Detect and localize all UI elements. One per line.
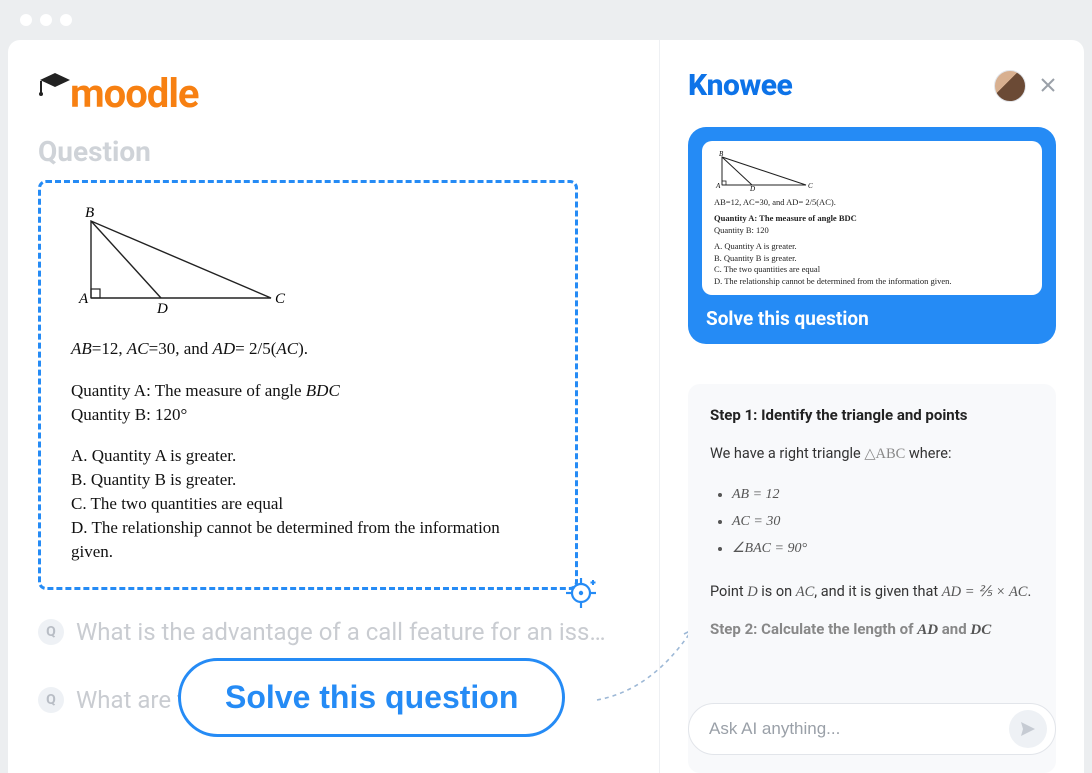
captured-question-card[interactable]: A B C D AB=12, AC=30, and AD= 2/5(AC). Q… [688, 127, 1056, 344]
svg-text:B: B [85, 205, 94, 221]
close-icon [1040, 77, 1056, 93]
moodle-logo-text: moodle [70, 70, 199, 117]
svg-text:A: A [715, 182, 721, 190]
captured-thumbnail: A B C D AB=12, AC=30, and AD= 2/5(AC). Q… [702, 141, 1042, 295]
q-badge-icon: Q [38, 619, 64, 645]
moodle-logo: moodle [38, 70, 639, 117]
question-capture-area[interactable]: A B C D AB=12, AC=30, and AD= 2/5(AC). Q… [38, 180, 578, 590]
browser-chrome [0, 0, 1092, 40]
faded-question-1-text: What is the advantage of a call feature … [76, 618, 606, 646]
option-c: C. The two quantities are equal [71, 492, 545, 516]
list-item: AC = 30 [732, 509, 1034, 536]
answer-intro: We have a right triangle △ABC where: [710, 442, 1034, 466]
window-dot [20, 14, 32, 26]
panel-header: Knowee [688, 68, 1056, 103]
svg-text:A: A [78, 291, 89, 307]
step-2-title: Step 2: Calculate the length of AD and D… [710, 620, 1034, 639]
svg-text:B: B [719, 151, 724, 158]
question-heading: Question [38, 135, 639, 168]
grad-cap-icon [38, 71, 72, 101]
question-given: AB=12, AC=30, and AD= 2/5(AC). [71, 337, 545, 361]
svg-text:C: C [808, 182, 813, 190]
send-icon [1018, 719, 1038, 739]
answer-point-d: Point D is on AC, and it is given that A… [710, 580, 1034, 604]
solve-this-question-button[interactable]: Solve this question [178, 658, 565, 737]
ask-ai-input-container [688, 703, 1056, 755]
q-badge-icon: Q [38, 687, 64, 713]
crosshair-icon[interactable] [563, 575, 599, 611]
option-b: B. Quantity B is greater. [71, 468, 545, 492]
knowee-panel: Knowee A B C D [659, 40, 1084, 773]
user-avatar[interactable] [994, 70, 1026, 102]
option-d: D. The relationship cannot be determined… [71, 516, 545, 564]
captured-card-label: Solve this question [702, 307, 1042, 330]
close-panel-button[interactable] [1040, 73, 1056, 99]
svg-text:D: D [156, 301, 168, 313]
app-window: moodle Question A B C D AB=12, AC=30, an… [8, 40, 1084, 773]
svg-text:D: D [749, 185, 755, 191]
step-1-title: Step 1: Identify the triangle and points [710, 406, 1034, 424]
answer-given-list: AB = 12 AC = 30 ∠BAC = 90° [710, 482, 1034, 562]
quantity-b: Quantity B: 120° [71, 403, 545, 427]
window-dot [40, 14, 52, 26]
ask-ai-input[interactable] [709, 719, 1009, 739]
window-dot [60, 14, 72, 26]
faded-question-1[interactable]: Q What is the advantage of a call featur… [38, 618, 639, 646]
send-button[interactable] [1009, 710, 1047, 748]
triangle-diagram: A B C D [71, 203, 291, 313]
list-item: ∠BAC = 90° [732, 536, 1034, 563]
svg-text:C: C [275, 291, 286, 307]
quantity-a: Quantity A: The measure of angle BDC [71, 379, 545, 403]
knowee-logo: Knowee [688, 68, 792, 103]
list-item: AB = 12 [732, 482, 1034, 509]
source-page-pane: moodle Question A B C D AB=12, AC=30, an… [8, 40, 659, 773]
option-a: A. Quantity A is greater. [71, 444, 545, 468]
